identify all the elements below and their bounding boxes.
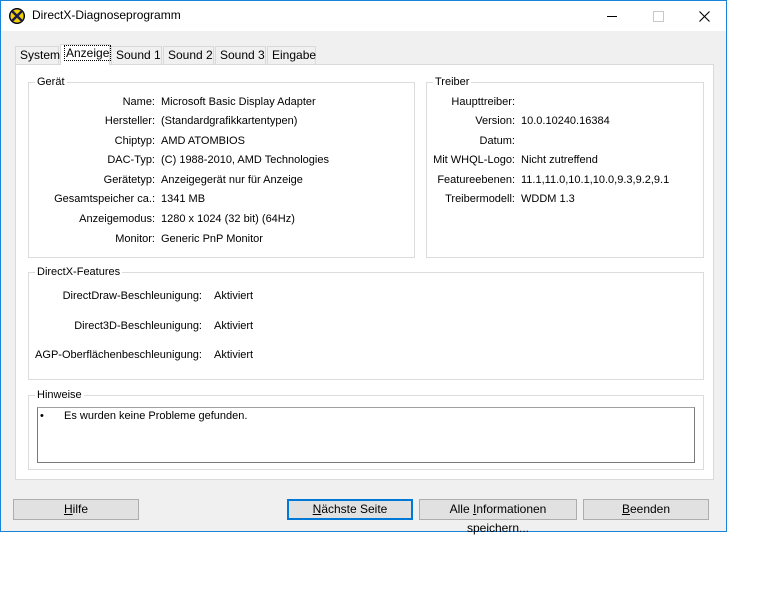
- feature-value: Aktiviert: [214, 290, 254, 302]
- features-group-title: DirectX-Features: [35, 266, 123, 278]
- device-label: Monitor:: [115, 233, 155, 245]
- device-label: Name:: [122, 96, 155, 108]
- button-label-post: eenden: [629, 502, 671, 516]
- driver-label: Datum:: [479, 135, 515, 147]
- notes-group-title: Hinweise: [35, 389, 84, 401]
- button-accelerator: H: [63, 502, 73, 516]
- device-group: Gerät Name: Microsoft Basic Display Adap…: [28, 76, 415, 258]
- save-all-info-button[interactable]: Alle Informationen speichern...: [419, 499, 577, 535]
- directx-icon: [9, 8, 25, 24]
- maximize-button[interactable]: [635, 1, 681, 31]
- device-label: Chiptyp:: [114, 135, 155, 147]
- feature-label: Direct3D-Beschleunigung:: [74, 320, 202, 332]
- device-label: Anzeigemodus:: [79, 213, 155, 225]
- display-tab-panel: Gerät Name: Microsoft Basic Display Adap…: [15, 64, 714, 480]
- device-value: (Standardgrafikkartentypen): [161, 115, 298, 127]
- tab-sound-3[interactable]: Sound 3: [215, 46, 266, 64]
- notes-group: Hinweise • Es wurden keine Probleme gefu…: [28, 389, 704, 470]
- next-page-button[interactable]: Nächste Seite: [287, 499, 413, 520]
- notes-text: Es wurden keine Probleme gefunden.: [64, 410, 248, 422]
- driver-group: Treiber Haupttreiber: Version: 10.0.1024…: [426, 76, 704, 258]
- close-icon: [699, 11, 710, 22]
- feature-label: AGP-Oberflächenbeschleunigung:: [35, 349, 202, 361]
- device-value: (C) 1988-2010, AMD Technologies: [161, 154, 329, 166]
- tab-anzeige[interactable]: Anzeige: [60, 44, 112, 65]
- driver-value: 11.1,11.0,10.1,10.0,9.3,9.2,9.1: [521, 174, 670, 186]
- tab-label: System: [20, 48, 61, 62]
- driver-group-title: Treiber: [433, 76, 472, 88]
- button-label-post: ächste Seite: [321, 502, 388, 516]
- device-value: Generic PnP Monitor: [161, 233, 263, 245]
- driver-label: Version:: [475, 115, 515, 127]
- driver-value: WDDM 1.3: [521, 193, 575, 205]
- driver-label: Mit WHQL-Logo:: [433, 154, 515, 166]
- device-value: Microsoft Basic Display Adapter: [161, 96, 316, 108]
- feature-value: Aktiviert: [214, 320, 254, 332]
- driver-value: 10.0.10240.16384: [521, 115, 610, 127]
- window-title: DirectX-Diagnoseprogramm: [32, 8, 181, 22]
- help-button[interactable]: Hilfe: [13, 499, 139, 520]
- minimize-button[interactable]: [589, 1, 635, 31]
- button-label-pre: Alle: [449, 502, 473, 516]
- tab-sound-1[interactable]: Sound 1: [111, 46, 162, 64]
- feature-value: Aktiviert: [214, 349, 254, 361]
- device-label: Hersteller:: [104, 115, 155, 127]
- driver-label: Featureebenen:: [437, 174, 515, 186]
- button-accelerator: N: [312, 502, 322, 516]
- device-value: 1280 x 1024 (32 bit) (64Hz): [161, 213, 295, 225]
- button-accelerator: B: [621, 502, 630, 516]
- close-button[interactable]: [681, 1, 727, 31]
- tab-label: Anzeige: [63, 45, 112, 61]
- directx-diag-window: DirectX-Diagnoseprogramm System Anzeige …: [0, 0, 727, 535]
- tab-label: Sound 3: [220, 48, 265, 62]
- tab-system[interactable]: System: [15, 46, 61, 64]
- device-value: 1341 MB: [161, 193, 206, 205]
- device-label: Gesamtspeicher ca.:: [54, 193, 155, 205]
- device-group-title: Gerät: [35, 76, 67, 88]
- maximize-icon: [653, 11, 664, 22]
- directx-features-group: DirectX-Features DirectDraw-Beschleunigu…: [28, 266, 704, 380]
- bullet-icon: •: [40, 410, 44, 422]
- tab-label: Sound 1: [116, 48, 161, 62]
- device-value: Anzeigegerät nur für Anzeige: [161, 174, 303, 186]
- title-bar: DirectX-Diagnoseprogramm: [1, 1, 726, 31]
- device-label: DAC-Typ:: [107, 154, 155, 166]
- feature-label: DirectDraw-Beschleunigung:: [62, 290, 202, 302]
- driver-label: Haupttreiber:: [451, 96, 515, 108]
- tab-eingabe[interactable]: Eingabe: [267, 46, 316, 64]
- device-label: Gerätetyp:: [103, 174, 155, 186]
- notes-text-box[interactable]: • Es wurden keine Probleme gefunden.: [37, 407, 695, 463]
- exit-button[interactable]: Beenden: [583, 499, 709, 520]
- driver-value: Nicht zutreffend: [521, 154, 598, 166]
- device-value: AMD ATOMBIOS: [161, 135, 245, 147]
- minimize-icon: [607, 16, 617, 17]
- button-label-post: nformationen speichern...: [466, 502, 547, 535]
- tab-label: Sound 2: [168, 48, 213, 62]
- tab-sound-2[interactable]: Sound 2: [163, 46, 214, 64]
- tab-label: Eingabe: [272, 48, 317, 62]
- button-label-post: ilfe: [72, 502, 88, 516]
- driver-label: Treibermodell:: [445, 193, 515, 205]
